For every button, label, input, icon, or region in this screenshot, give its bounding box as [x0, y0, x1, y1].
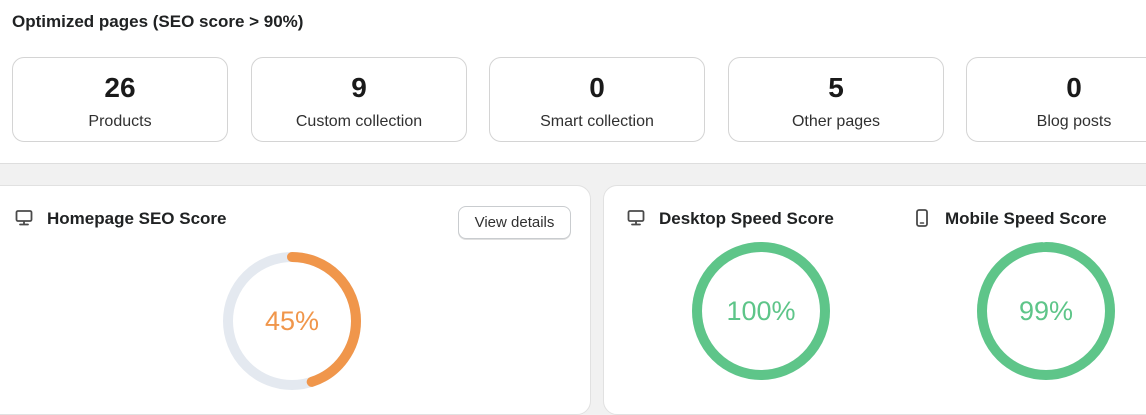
mobile-speed-title: Mobile Speed Score — [945, 209, 1107, 228]
optimized-pages-title: Optimized pages (SEO score > 90%) — [12, 12, 304, 31]
stat-label: Smart collection — [540, 113, 654, 130]
desktop-icon — [627, 210, 645, 226]
stat-label: Other pages — [791, 113, 881, 130]
stat-value: 0 — [1066, 72, 1082, 103]
desktop-speed-gauge: 100% — [692, 242, 830, 380]
stat-value: 26 — [104, 72, 136, 103]
stat-card-custom-collection[interactable]: 9 Custom collection — [251, 57, 467, 142]
desktop-speed-score-text: 100% — [726, 296, 795, 326]
view-details-button[interactable]: View details — [458, 206, 571, 239]
stat-card-blog-posts[interactable]: 0 Blog posts — [966, 57, 1146, 142]
stat-label: Products — [88, 113, 152, 130]
mobile-speed-gauge: 99% — [977, 242, 1115, 380]
optimized-pages-panel: Optimized pages (SEO score > 90%) 26 Pro… — [0, 0, 1146, 164]
desktop-speed-title: Desktop Speed Score — [659, 209, 834, 228]
homepage-seo-title: Homepage SEO Score — [47, 209, 227, 228]
stat-card-products[interactable]: 26 Products — [12, 57, 228, 142]
stat-label: Blog posts — [1036, 113, 1112, 130]
stat-card-other-pages[interactable]: 5 Other pages — [728, 57, 944, 142]
stat-value: 0 — [589, 72, 605, 103]
mobile-speed-score-text: 99% — [1019, 296, 1073, 326]
stat-label: Custom collection — [295, 113, 423, 130]
homepage-seo-gauge: 45% — [223, 252, 361, 390]
stat-card-smart-collection[interactable]: 0 Smart collection — [489, 57, 705, 142]
mobile-icon — [916, 209, 928, 227]
homepage-seo-score-text: 45% — [265, 306, 319, 336]
stat-value: 5 — [828, 72, 844, 103]
desktop-icon — [15, 210, 33, 226]
stat-value: 9 — [351, 72, 367, 103]
